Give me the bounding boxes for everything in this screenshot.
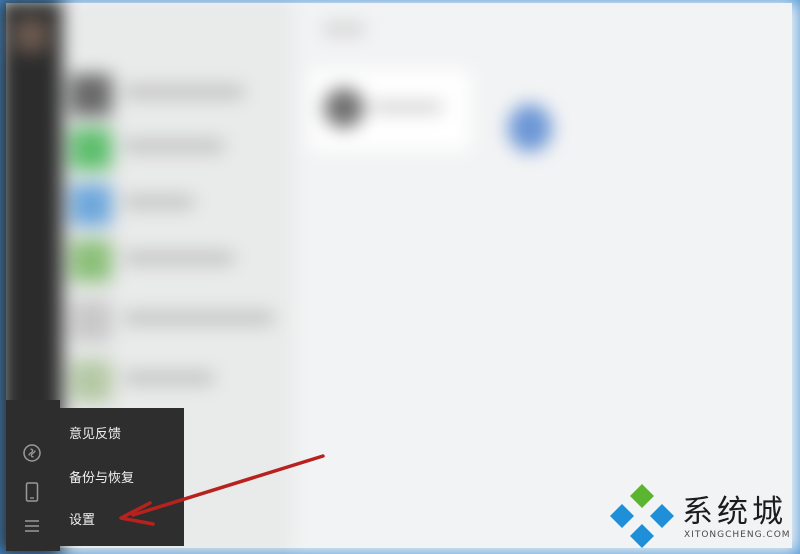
watermark-brand: 系统城 xyxy=(682,494,787,530)
menu-item-backup-restore[interactable]: 备份与恢复 xyxy=(60,458,184,494)
phone-icon[interactable] xyxy=(19,479,45,505)
blurred-list-item xyxy=(70,236,280,284)
blurred-avatar xyxy=(14,18,48,52)
blurred-blue-avatar xyxy=(508,104,552,152)
menu-item-label: 备份与恢复 xyxy=(69,470,135,486)
blurred-list-item xyxy=(70,180,280,228)
blurred-list-item xyxy=(70,70,280,118)
watermark-site: XITONGCHENG.COM xyxy=(684,530,791,540)
menu-item-label: 设置 xyxy=(69,512,96,528)
more-menu-popup: 意见反馈 备份与恢复 设置 xyxy=(60,408,184,546)
menu-icon[interactable] xyxy=(19,513,45,539)
blurred-list-item xyxy=(70,296,280,344)
blurred-main-panel xyxy=(294,0,800,554)
menu-item-label: 意见反馈 xyxy=(69,426,122,442)
sidebar-bottom xyxy=(6,400,60,551)
blurred-list-item xyxy=(70,356,280,404)
blurred-list-item xyxy=(70,124,280,172)
logo-diamond-icon xyxy=(610,484,674,548)
watermark-logo: 系统城 XITONGCHENG.COM xyxy=(604,478,800,554)
menu-item-settings[interactable]: 设置 xyxy=(60,500,184,536)
menu-item-feedback[interactable]: 意见反馈 xyxy=(60,414,184,450)
mini-program-icon[interactable] xyxy=(19,440,45,466)
blurred-card xyxy=(310,70,470,150)
